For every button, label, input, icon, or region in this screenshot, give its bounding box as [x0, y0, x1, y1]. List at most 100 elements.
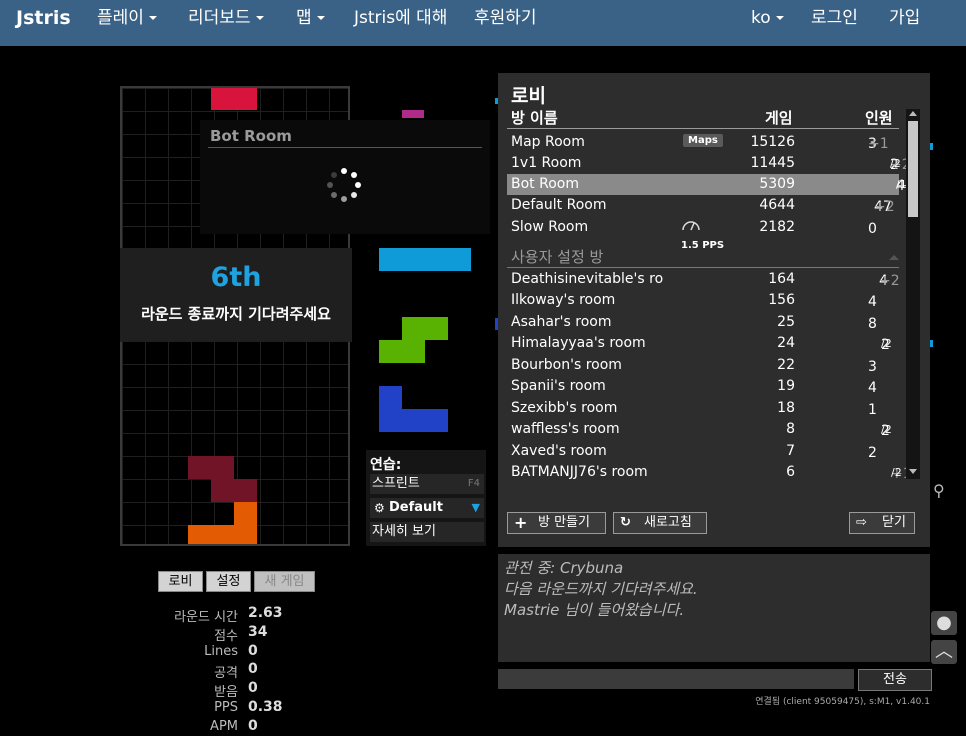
room-row[interactable]: waffless's room 8 2/2: [507, 419, 899, 440]
room-row[interactable]: BATMANJJ76's room 6 +1/2: [507, 462, 912, 483]
room-games: 19: [777, 378, 795, 394]
chat-box: 관전 중: Crybuna 다음 라운드까지 기다려주세요. Mastrie 님…: [498, 554, 930, 662]
room-name: Asahar's room: [511, 314, 612, 330]
nav-login[interactable]: 로그인: [811, 0, 858, 46]
nav-language[interactable]: ko: [751, 0, 784, 46]
chat-message: 다음 라운드까지 기다려주세요.: [504, 580, 698, 598]
send-button[interactable]: 전송: [858, 669, 932, 691]
room-row[interactable]: Himalayyaa's room 24 2/2: [507, 333, 899, 354]
queue-piece-j: [379, 409, 448, 432]
column-header-players[interactable]: 인원: [865, 107, 893, 128]
room-row[interactable]: Map Room Maps 15126 3 +1: [507, 132, 899, 153]
stat-value: 0: [248, 718, 258, 734]
room-row[interactable]: Xaved's room 7 2: [507, 441, 899, 462]
room-name: Spanii's room: [511, 378, 606, 394]
queue-piece-s: [402, 317, 448, 340]
refresh-button[interactable]: ↻ 새로고침: [613, 512, 707, 534]
create-room-button[interactable]: + 방 만들기: [507, 512, 606, 534]
loading-spinner-icon: [327, 168, 361, 202]
room-name: waffless's room: [511, 421, 620, 437]
navbar: Jstris 플레이 리더보드 맵 Jstris에 대해 후원하기 ko 로그인…: [0, 0, 966, 46]
chevron-down-icon: [148, 16, 157, 20]
room-games: 22: [777, 357, 795, 373]
practice-mode-select[interactable]: ⚙ Default ▼: [370, 498, 484, 518]
chevron-up-icon[interactable]: ︿: [931, 640, 957, 664]
scrollbar-thumb[interactable]: [908, 121, 918, 217]
room-name: Slow Room: [511, 219, 589, 235]
stat-value: 34: [248, 624, 268, 640]
room-players-capacity: /2: [881, 337, 892, 350]
practice-sprint[interactable]: 스프린트 F4: [370, 474, 484, 494]
practice-sprint-label: 스프린트: [372, 476, 420, 491]
stat-value: 0: [248, 680, 258, 696]
queue-piece-i: [379, 248, 471, 271]
room-name: Szexibb's room: [511, 400, 618, 416]
room-row[interactable]: Default Room 4644 47 +2: [507, 195, 899, 216]
nav-maps[interactable]: 맵: [296, 0, 325, 46]
stat-label: PPS: [214, 700, 238, 715]
nav-donate[interactable]: 후원하기: [474, 0, 537, 46]
new-game-button[interactable]: 새 게임: [254, 571, 315, 592]
practice-mode-value: Default: [389, 500, 443, 515]
place-rank: 6th: [210, 262, 262, 293]
room-name: Default Room: [511, 197, 607, 213]
room-games: 25: [777, 314, 795, 330]
room-row[interactable]: Bourbon's room 22 3: [507, 355, 899, 376]
popup-title: Bot Room: [210, 127, 292, 145]
settings-button[interactable]: 설정: [206, 571, 251, 592]
stack-block: [188, 525, 257, 544]
room-games: 5309: [759, 176, 795, 192]
nav-leaderboard[interactable]: 리더보드: [188, 0, 264, 46]
chevron-down-icon: [255, 16, 264, 20]
room-games: 18: [777, 400, 795, 416]
lobby-button[interactable]: 로비: [158, 571, 203, 592]
room-row[interactable]: Deathisinevitable's ro 164 4 +2: [507, 269, 900, 290]
stack-block: [188, 456, 234, 479]
practice-details[interactable]: 자세히 보기: [370, 522, 484, 542]
room-row[interactable]: Ilkoway's room 156 4: [507, 290, 899, 311]
room-players-capacity: /2: [890, 157, 901, 170]
nav-play-label: 플레이: [97, 8, 144, 28]
room-games: 6: [786, 464, 795, 480]
nav-about[interactable]: Jstris에 대해: [354, 0, 447, 46]
room-row[interactable]: 1v1 Room 11445 2 +2/2: [507, 153, 911, 174]
field-marker: [930, 340, 933, 347]
speedometer-icon: [681, 218, 701, 236]
stat-label: 점수: [214, 629, 238, 644]
nav-play[interactable]: 플레이: [97, 0, 157, 46]
gear-icon: ⚙: [374, 501, 385, 515]
room-row[interactable]: Spanii's room 19 4: [507, 376, 899, 397]
room-games: 7: [786, 443, 795, 459]
users-icon[interactable]: ●: [931, 611, 957, 635]
stack-block: [211, 479, 257, 502]
divider: [507, 128, 899, 129]
chat-input[interactable]: [498, 669, 854, 689]
room-games: 164: [768, 271, 795, 287]
room-name: Bourbon's room: [511, 357, 622, 373]
refresh-label: 새로고침: [644, 515, 692, 530]
create-room-label: 방 만들기: [538, 515, 590, 530]
room-name: Xaved's room: [511, 443, 607, 459]
room-players-count: 3: [868, 359, 877, 375]
column-header-games[interactable]: 게임: [765, 107, 793, 128]
scroll-up-icon[interactable]: [909, 111, 917, 116]
stat-value: 0.38: [248, 699, 283, 715]
room-row[interactable]: Slow Room 2182 0: [507, 217, 899, 238]
room-row[interactable]: Szexibb's room 18 1: [507, 398, 899, 419]
stat-label: APM: [210, 719, 238, 734]
room-row[interactable]: Asahar's room 25 8: [507, 312, 899, 333]
room-players-spectators: +2: [874, 199, 895, 215]
scroll-down-icon[interactable]: [909, 469, 917, 474]
collapse-icon[interactable]: [889, 255, 899, 260]
room-players-count: 1: [868, 402, 877, 418]
queue-piece-s: [379, 340, 425, 363]
zoom-icon[interactable]: ⚲: [933, 481, 953, 500]
practice-sprint-key: F4: [467, 478, 480, 489]
close-lobby-button[interactable]: ⇨ 닫기: [849, 512, 915, 534]
room-row-selected[interactable]: Bot Room 5309 4+3/14: [507, 174, 917, 195]
column-header-name[interactable]: 방 이름: [511, 107, 558, 128]
brand-logo[interactable]: Jstris: [16, 0, 71, 46]
chevron-down-icon: [316, 16, 325, 20]
room-players-capacity: /2: [881, 423, 892, 436]
nav-register[interactable]: 가입: [889, 0, 920, 46]
